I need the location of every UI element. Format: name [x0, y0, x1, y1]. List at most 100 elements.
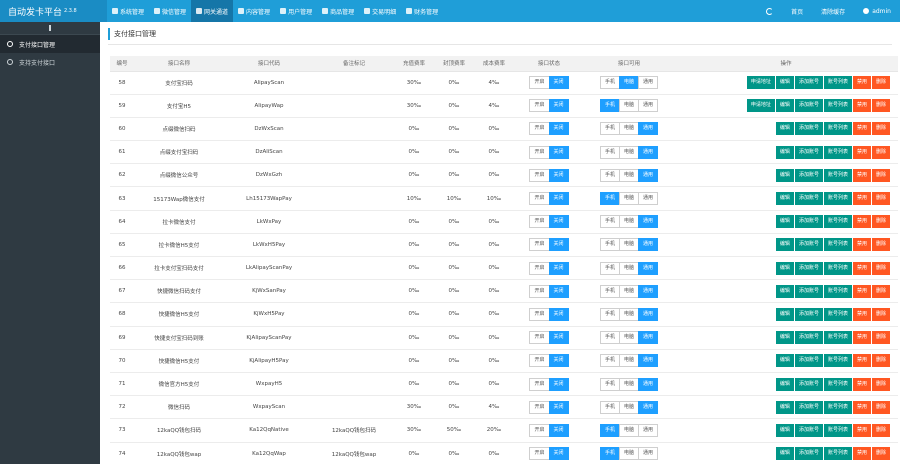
- status-open-button[interactable]: 开启: [529, 76, 550, 90]
- disable-button[interactable]: 禁用: [852, 400, 871, 414]
- clear-cache-link[interactable]: 清除缓存: [812, 7, 854, 16]
- disable-button[interactable]: 禁用: [852, 284, 871, 298]
- account-list-button[interactable]: 账号列表: [823, 261, 852, 275]
- status-open-button[interactable]: 开启: [529, 122, 550, 136]
- status-close-button[interactable]: 关闭: [548, 423, 569, 437]
- delete-button[interactable]: 删除: [871, 99, 890, 113]
- edit-button[interactable]: 编辑: [775, 76, 794, 90]
- brand-logo[interactable]: 自动发卡平台 2.3.8: [0, 0, 107, 22]
- edit-button[interactable]: 编辑: [775, 377, 794, 391]
- add-account-button[interactable]: 添加账号: [794, 261, 823, 275]
- availability-pc-button[interactable]: 电脑: [618, 423, 639, 437]
- availability-common-button[interactable]: 通用: [638, 284, 659, 298]
- availability-pc-button[interactable]: 电脑: [618, 447, 639, 461]
- availability-common-button[interactable]: 通用: [638, 76, 659, 90]
- add-account-button[interactable]: 添加账号: [794, 377, 823, 391]
- delete-button[interactable]: 删除: [871, 377, 890, 391]
- add-account-button[interactable]: 添加账号: [794, 168, 823, 182]
- availability-pc-button[interactable]: 电脑: [618, 238, 639, 252]
- availability-mobile-button[interactable]: 手机: [599, 354, 620, 368]
- topnav-item-0[interactable]: 系统管理: [107, 0, 149, 22]
- availability-pc-button[interactable]: 电脑: [618, 377, 639, 391]
- availability-mobile-button[interactable]: 手机: [599, 261, 620, 275]
- availability-pc-button[interactable]: 电脑: [618, 99, 639, 113]
- availability-mobile-button[interactable]: 手机: [599, 168, 620, 182]
- availability-common-button[interactable]: 通用: [638, 261, 659, 275]
- status-open-button[interactable]: 开启: [529, 400, 550, 414]
- apply-address-button[interactable]: 申请地址: [746, 99, 775, 113]
- availability-common-button[interactable]: 通用: [638, 400, 659, 414]
- disable-button[interactable]: 禁用: [852, 215, 871, 229]
- refresh-button[interactable]: [757, 7, 782, 15]
- status-close-button[interactable]: 关闭: [548, 284, 569, 298]
- apply-address-button[interactable]: 申请地址: [746, 76, 775, 90]
- disable-button[interactable]: 禁用: [852, 447, 871, 461]
- status-open-button[interactable]: 开启: [529, 354, 550, 368]
- add-account-button[interactable]: 添加账号: [794, 331, 823, 345]
- status-close-button[interactable]: 关闭: [548, 215, 569, 229]
- add-account-button[interactable]: 添加账号: [794, 284, 823, 298]
- status-close-button[interactable]: 关闭: [548, 307, 569, 321]
- availability-mobile-button[interactable]: 手机: [599, 145, 620, 159]
- delete-button[interactable]: 删除: [871, 215, 890, 229]
- availability-pc-button[interactable]: 电脑: [618, 261, 639, 275]
- availability-mobile-button[interactable]: 手机: [599, 447, 620, 461]
- availability-common-button[interactable]: 通用: [638, 307, 659, 321]
- availability-pc-button[interactable]: 电脑: [618, 145, 639, 159]
- status-open-button[interactable]: 开启: [529, 377, 550, 391]
- add-account-button[interactable]: 添加账号: [794, 354, 823, 368]
- status-close-button[interactable]: 关闭: [548, 76, 569, 90]
- topnav-item-5[interactable]: 商品管理: [317, 0, 359, 22]
- sidebar-item-0[interactable]: 支付接口管理: [0, 35, 100, 53]
- status-open-button[interactable]: 开启: [529, 261, 550, 275]
- status-close-button[interactable]: 关闭: [548, 99, 569, 113]
- availability-mobile-button[interactable]: 手机: [599, 331, 620, 345]
- status-close-button[interactable]: 关闭: [548, 168, 569, 182]
- disable-button[interactable]: 禁用: [852, 168, 871, 182]
- account-list-button[interactable]: 账号列表: [823, 307, 852, 321]
- availability-pc-button[interactable]: 电脑: [618, 354, 639, 368]
- availability-pc-button[interactable]: 电脑: [618, 307, 639, 321]
- availability-common-button[interactable]: 通用: [638, 145, 659, 159]
- edit-button[interactable]: 编辑: [775, 215, 794, 229]
- disable-button[interactable]: 禁用: [852, 331, 871, 345]
- topnav-item-3[interactable]: 内容管理: [233, 0, 275, 22]
- status-open-button[interactable]: 开启: [529, 215, 550, 229]
- availability-mobile-button[interactable]: 手机: [599, 122, 620, 136]
- availability-pc-button[interactable]: 电脑: [618, 122, 639, 136]
- availability-common-button[interactable]: 通用: [638, 192, 659, 206]
- status-close-button[interactable]: 关闭: [548, 331, 569, 345]
- delete-button[interactable]: 删除: [871, 261, 890, 275]
- availability-mobile-button[interactable]: 手机: [599, 192, 620, 206]
- availability-pc-button[interactable]: 电脑: [618, 400, 639, 414]
- delete-button[interactable]: 删除: [871, 307, 890, 321]
- disable-button[interactable]: 禁用: [852, 261, 871, 275]
- account-list-button[interactable]: 账号列表: [823, 447, 852, 461]
- availability-mobile-button[interactable]: 手机: [599, 238, 620, 252]
- delete-button[interactable]: 删除: [871, 145, 890, 159]
- add-account-button[interactable]: 添加账号: [794, 423, 823, 437]
- account-list-button[interactable]: 账号列表: [823, 377, 852, 391]
- delete-button[interactable]: 删除: [871, 354, 890, 368]
- status-close-button[interactable]: 关闭: [548, 192, 569, 206]
- edit-button[interactable]: 编辑: [775, 192, 794, 206]
- add-account-button[interactable]: 添加账号: [794, 192, 823, 206]
- edit-button[interactable]: 编辑: [775, 168, 794, 182]
- disable-button[interactable]: 禁用: [852, 354, 871, 368]
- delete-button[interactable]: 删除: [871, 423, 890, 437]
- topnav-item-2[interactable]: 网关通道: [191, 0, 234, 22]
- delete-button[interactable]: 删除: [871, 122, 890, 136]
- edit-button[interactable]: 编辑: [775, 447, 794, 461]
- availability-common-button[interactable]: 通用: [638, 423, 659, 437]
- edit-button[interactable]: 编辑: [775, 284, 794, 298]
- availability-mobile-button[interactable]: 手机: [599, 76, 620, 90]
- account-list-button[interactable]: 账号列表: [823, 284, 852, 298]
- availability-common-button[interactable]: 通用: [638, 331, 659, 345]
- account-list-button[interactable]: 账号列表: [823, 145, 852, 159]
- edit-button[interactable]: 编辑: [775, 423, 794, 437]
- topnav-item-7[interactable]: 财务管理: [401, 0, 443, 22]
- availability-common-button[interactable]: 通用: [638, 238, 659, 252]
- status-close-button[interactable]: 关闭: [548, 145, 569, 159]
- status-open-button[interactable]: 开启: [529, 284, 550, 298]
- status-close-button[interactable]: 关闭: [548, 400, 569, 414]
